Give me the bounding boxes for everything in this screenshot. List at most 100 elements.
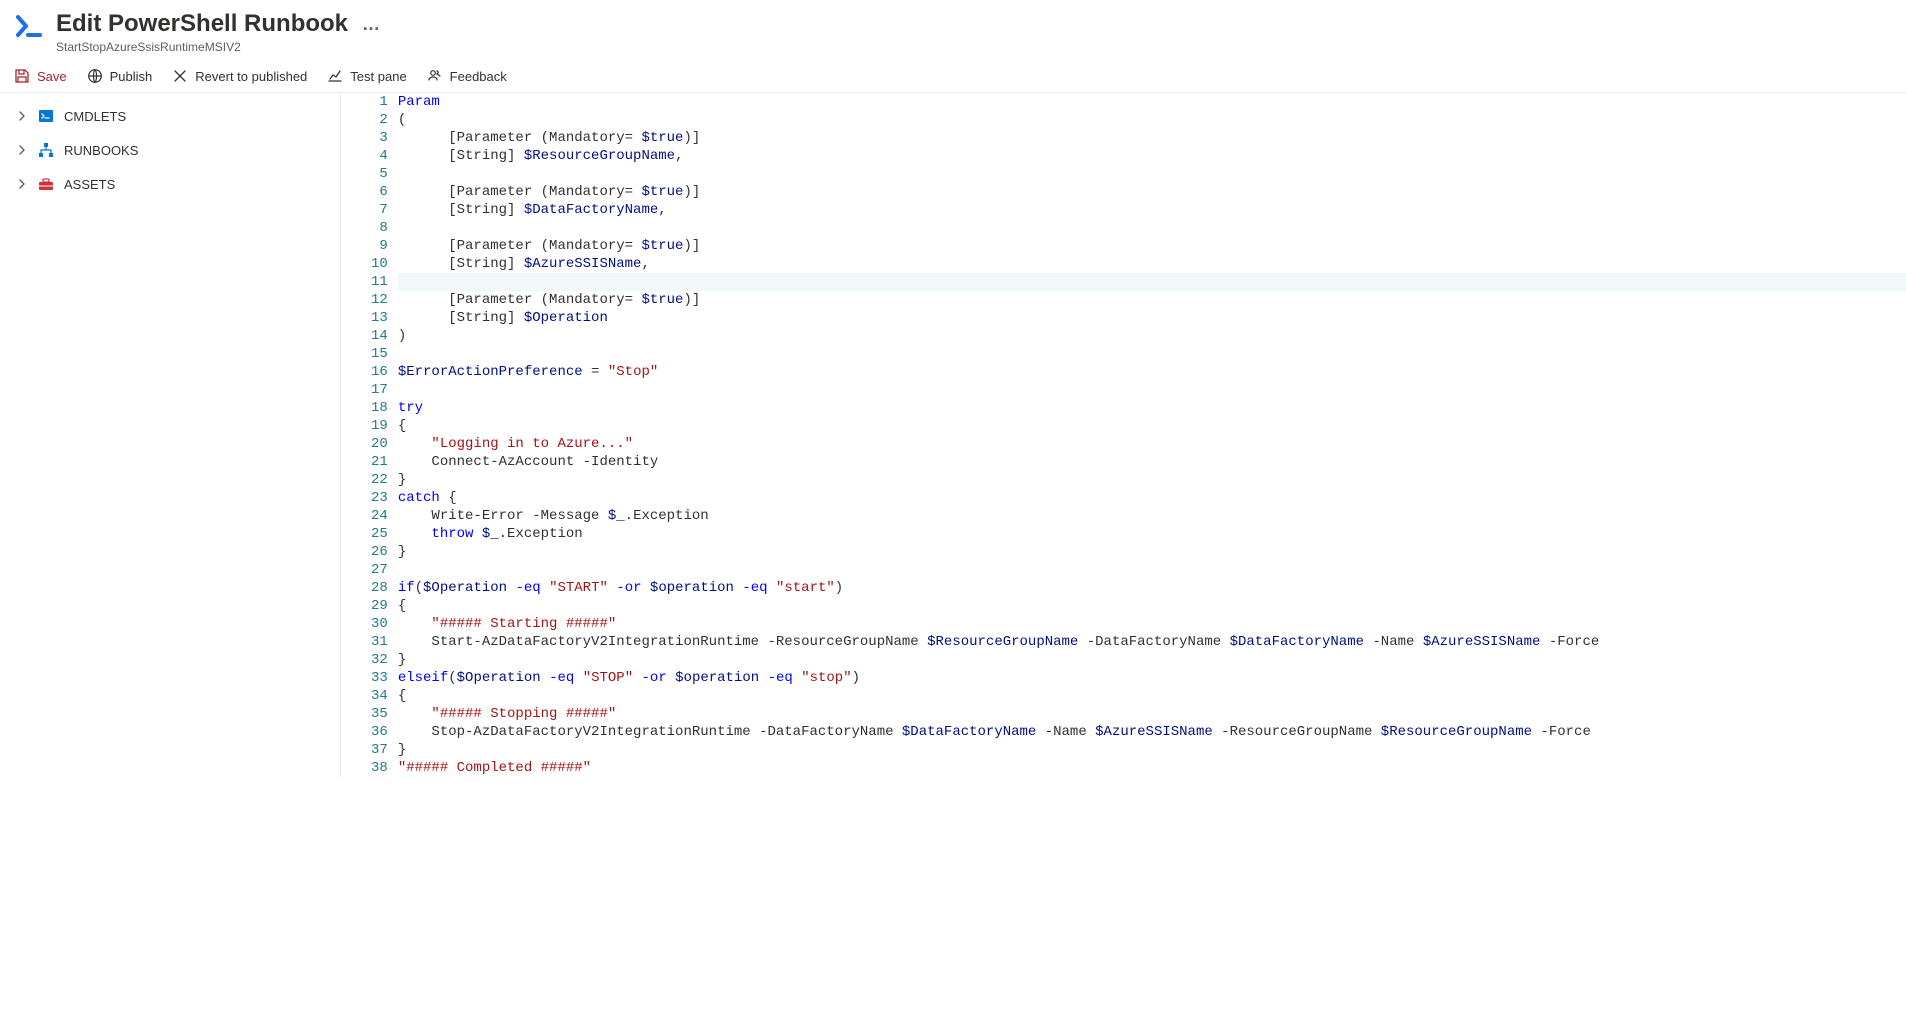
- code-line[interactable]: }: [398, 741, 1906, 759]
- feedback-button[interactable]: Feedback: [427, 68, 507, 84]
- code-line[interactable]: try: [398, 399, 1906, 417]
- powershell-icon: [14, 10, 46, 42]
- code-line[interactable]: {: [398, 687, 1906, 705]
- feedback-button-label: Feedback: [450, 69, 507, 84]
- code-line[interactable]: Stop-AzDataFactoryV2IntegrationRuntime -…: [398, 723, 1906, 741]
- globe-icon: [87, 68, 103, 84]
- code-line[interactable]: [398, 219, 1906, 237]
- code-line[interactable]: }: [398, 471, 1906, 489]
- chevron-right-icon: [16, 144, 28, 156]
- line-number: 5: [371, 165, 388, 183]
- code-line[interactable]: "##### Stopping #####": [398, 705, 1906, 723]
- sidebar-item-assets[interactable]: ASSETS: [0, 167, 340, 201]
- line-number-gutter: 1234567891011121314151617181920212223242…: [341, 93, 398, 777]
- line-number: 24: [371, 507, 388, 525]
- line-number: 16: [371, 363, 388, 381]
- code-line[interactable]: "Logging in to Azure...": [398, 435, 1906, 453]
- code-line[interactable]: Connect-AzAccount -Identity: [398, 453, 1906, 471]
- code-line[interactable]: Param: [398, 93, 1906, 111]
- code-line[interactable]: [String] $Operation: [398, 309, 1906, 327]
- publish-button-label: Publish: [110, 69, 153, 84]
- line-number: 34: [371, 687, 388, 705]
- close-icon: [172, 68, 188, 84]
- code-line[interactable]: "##### Starting #####": [398, 615, 1906, 633]
- chart-icon: [327, 68, 343, 84]
- revert-button-label: Revert to published: [195, 69, 307, 84]
- line-number: 35: [371, 705, 388, 723]
- sidebar-item-label: RUNBOOKS: [64, 143, 138, 158]
- test-pane-button[interactable]: Test pane: [327, 68, 406, 84]
- code-line[interactable]: {: [398, 417, 1906, 435]
- code-line[interactable]: [Parameter (Mandatory= $true)]: [398, 129, 1906, 147]
- code-line[interactable]: ): [398, 327, 1906, 345]
- code-line[interactable]: throw $_.Exception: [398, 525, 1906, 543]
- code-line[interactable]: (: [398, 111, 1906, 129]
- sidebar-item-cmdlets[interactable]: CMDLETS: [0, 99, 340, 133]
- save-icon: [14, 68, 30, 84]
- code-line[interactable]: [Parameter (Mandatory= $true)]: [398, 291, 1906, 309]
- page-title: Edit PowerShell Runbook …: [56, 10, 380, 38]
- code-line[interactable]: Start-AzDataFactoryV2IntegrationRuntime …: [398, 633, 1906, 651]
- hierarchy-icon: [38, 142, 54, 158]
- code-line[interactable]: [String] $ResourceGroupName,: [398, 147, 1906, 165]
- line-number: 25: [371, 525, 388, 543]
- code-content[interactable]: Param( [Parameter (Mandatory= $true)] [S…: [398, 93, 1906, 777]
- code-line[interactable]: [398, 165, 1906, 183]
- revert-button[interactable]: Revert to published: [172, 68, 307, 84]
- line-number: 22: [371, 471, 388, 489]
- line-number: 21: [371, 453, 388, 471]
- chevron-right-icon: [16, 178, 28, 190]
- code-line[interactable]: [398, 381, 1906, 399]
- page-title-text: Edit PowerShell Runbook: [56, 10, 348, 38]
- toolbox-icon: [38, 176, 54, 192]
- line-number: 1: [371, 93, 388, 111]
- line-number: 29: [371, 597, 388, 615]
- code-line[interactable]: [Parameter (Mandatory= $true)]: [398, 183, 1906, 201]
- line-number: 37: [371, 741, 388, 759]
- code-line[interactable]: elseif($Operation -eq "STOP" -or $operat…: [398, 669, 1906, 687]
- code-editor[interactable]: 1234567891011121314151617181920212223242…: [341, 93, 1906, 777]
- code-line[interactable]: }: [398, 651, 1906, 669]
- line-number: 10: [371, 255, 388, 273]
- chevron-right-icon: [16, 110, 28, 122]
- code-line[interactable]: [String] $DataFactoryName,: [398, 201, 1906, 219]
- code-line[interactable]: if($Operation -eq "START" -or $operation…: [398, 579, 1906, 597]
- save-button-label: Save: [37, 69, 67, 84]
- save-button[interactable]: Save: [14, 68, 67, 84]
- page-header: Edit PowerShell Runbook … StartStopAzure…: [0, 0, 1906, 60]
- line-number: 14: [371, 327, 388, 345]
- line-number: 8: [371, 219, 388, 237]
- code-line[interactable]: $ErrorActionPreference = "Stop": [398, 363, 1906, 381]
- sidebar-item-runbooks[interactable]: RUNBOOKS: [0, 133, 340, 167]
- code-line[interactable]: {: [398, 597, 1906, 615]
- line-number: 32: [371, 651, 388, 669]
- more-menu-icon[interactable]: …: [362, 14, 380, 35]
- code-line[interactable]: [398, 561, 1906, 579]
- line-number: 19: [371, 417, 388, 435]
- line-number: 38: [371, 759, 388, 777]
- line-number: 27: [371, 561, 388, 579]
- line-number: 26: [371, 543, 388, 561]
- code-line[interactable]: [Parameter (Mandatory= $true)]: [398, 237, 1906, 255]
- publish-button[interactable]: Publish: [87, 68, 153, 84]
- toolbar: Save Publish Revert to published Test pa…: [0, 60, 1906, 93]
- line-number: 4: [371, 147, 388, 165]
- line-number: 17: [371, 381, 388, 399]
- workspace: CMDLETS RUNBOOKS ASSETS 1234567891011121…: [0, 93, 1906, 777]
- line-number: 7: [371, 201, 388, 219]
- code-line[interactable]: }: [398, 543, 1906, 561]
- cmdlets-icon: [38, 108, 54, 124]
- code-line[interactable]: [398, 273, 1906, 291]
- line-number: 33: [371, 669, 388, 687]
- code-line[interactable]: [String] $AzureSSISName,: [398, 255, 1906, 273]
- line-number: 15: [371, 345, 388, 363]
- line-number: 13: [371, 309, 388, 327]
- line-number: 18: [371, 399, 388, 417]
- test-pane-button-label: Test pane: [350, 69, 406, 84]
- code-line[interactable]: catch {: [398, 489, 1906, 507]
- code-line[interactable]: "##### Completed #####": [398, 759, 1906, 777]
- code-line[interactable]: Write-Error -Message $_.Exception: [398, 507, 1906, 525]
- code-line[interactable]: [398, 345, 1906, 363]
- page-subtitle: StartStopAzureSsisRuntimeMSIV2: [56, 40, 380, 54]
- line-number: 12: [371, 291, 388, 309]
